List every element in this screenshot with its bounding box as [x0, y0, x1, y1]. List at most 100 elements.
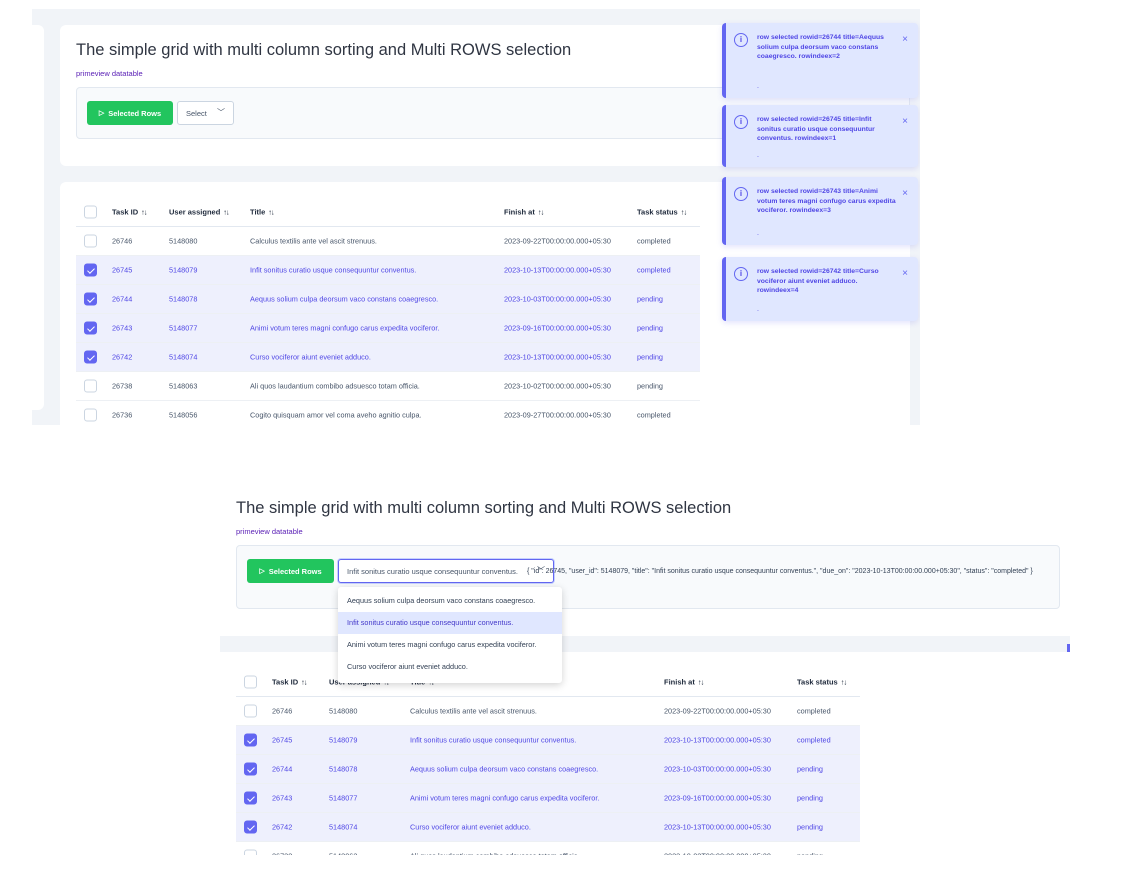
play-icon: ▷ — [98, 110, 105, 117]
info-icon: i — [734, 33, 748, 47]
row-checkbox[interactable] — [84, 292, 97, 306]
table-row[interactable]: 26738 5148063 Ali quos laudantium combibo … — [236, 842, 860, 855]
table-row[interactable]: 26745 5148079 Infit sonitus curatio usque … — [236, 726, 860, 755]
row-checkbox[interactable] — [84, 379, 97, 393]
row-checkbox[interactable] — [84, 321, 97, 335]
table-row[interactable]: 26746 5148080 Calculus textilis ante vel a… — [236, 697, 860, 726]
table-row[interactable]: 26745 5148079 Infit sonitus curatio usque … — [76, 256, 700, 285]
row-checkbox[interactable] — [244, 704, 257, 718]
dropdown-option[interactable]: Curso vociferor aiunt eveniet adduco. — [338, 656, 562, 678]
table-row[interactable]: 26742 5148074 Curso vociferor aiunt evenie… — [236, 813, 860, 842]
table-row[interactable]: 26742 5148074 Curso vociferor aiunt evenie… — [76, 343, 700, 372]
column-header-task-id[interactable]: Task ID ↑↓ — [272, 677, 308, 687]
page-subtitle-2: primeview datatable — [236, 527, 303, 536]
sort-icon: ↑↓ — [697, 677, 704, 687]
table-row[interactable]: 26744 5148078 Aequus solium culpa deorsum … — [236, 755, 860, 784]
cell-title: Infit sonitus curatio usque consequuntur… — [250, 265, 417, 275]
table-row[interactable]: 26743 5148077 Animi votum teres magni conf… — [76, 314, 700, 343]
row-checkbox[interactable] — [84, 350, 97, 364]
chevron-down-icon: ﹀ — [217, 107, 225, 117]
toast-message: i row selected rowid=26743 title=Animi vo… — [722, 177, 918, 245]
row-select-dropdown[interactable]: Select ﹀ — [177, 101, 234, 125]
cell-status: pending — [637, 294, 663, 304]
cell-user: 5148078 — [329, 764, 358, 774]
info-icon: i — [734, 267, 748, 281]
row-checkbox[interactable] — [244, 733, 257, 747]
selected-rows-button[interactable]: ▷ Selected Rows — [87, 101, 173, 125]
row-checkbox[interactable] — [84, 234, 97, 248]
row-checkbox[interactable] — [244, 849, 257, 855]
dropdown-option[interactable]: Aequus solium culpa deorsum vaco constan… — [338, 590, 562, 612]
sort-icon: ↑↓ — [301, 677, 307, 687]
cell-user: 5148077 — [329, 793, 358, 803]
select-all-checkbox[interactable] — [84, 205, 97, 219]
selected-row-json: { "id": 26745, "user_id": 5148079, "titl… — [527, 568, 1033, 575]
column-header-finish[interactable]: Finish at ↑↓ — [664, 677, 704, 687]
sort-icon: ↑↓ — [680, 207, 687, 217]
table-row[interactable]: 26743 5148077 Animi votum teres magni conf… — [236, 784, 860, 813]
cell-id: 26743 — [272, 793, 293, 803]
column-header-user[interactable]: User assigned↑↓ — [169, 208, 230, 217]
page-title: The simple grid with multi column sortin… — [76, 41, 572, 59]
column-header-title[interactable]: Title↑↓ — [250, 207, 275, 217]
cell-status: completed — [797, 706, 831, 716]
toast-message: i row selected rowid=26745 title=Infit so… — [722, 105, 918, 167]
column-header-label: Finish at — [664, 677, 695, 687]
toast-dot: . — [757, 83, 759, 90]
dropdown-option[interactable]: Animi votum teres magni confugo carus ex… — [338, 634, 562, 656]
cell-id: 26738 — [112, 381, 133, 391]
cell-status: completed — [637, 410, 671, 420]
cell-status: pending — [637, 352, 663, 362]
cell-finish: 2023-09-27T00:00:00.000+05:30 — [504, 410, 611, 420]
toast-text: row selected rowid=26745 title=Infit son… — [757, 116, 875, 143]
cell-title: Calculus textilis ante vel ascit strenuu… — [250, 236, 377, 246]
column-header-label: Finish at — [504, 207, 535, 217]
row-checkbox[interactable] — [244, 791, 257, 805]
cell-id: 26745 — [272, 735, 293, 745]
cell-title: Ali quos laudantium combibo adsuesco tot… — [250, 381, 420, 391]
table-row[interactable]: 26736 5148056 Cogito quisquam amor vel com… — [76, 401, 700, 425]
column-header-finish[interactable]: Finish at ↑↓ — [504, 207, 544, 217]
cell-id: 26746 — [272, 706, 293, 716]
close-icon[interactable]: × — [902, 188, 908, 199]
column-header-task-id[interactable]: Task ID ↑↓ — [112, 208, 148, 217]
table-row[interactable]: 26746 5148080 Calculus textilis ante vel a… — [76, 227, 700, 256]
row-checkbox[interactable] — [244, 762, 257, 776]
close-icon[interactable]: × — [902, 268, 908, 279]
cell-status: completed — [637, 265, 671, 275]
cell-status: pending — [637, 381, 663, 391]
cell-title: Aequus solium culpa deorsum vaco constan… — [410, 764, 599, 774]
row-checkbox[interactable] — [84, 408, 97, 422]
table-row[interactable]: 26738 5148063 Ali quos laudantium combibo … — [76, 372, 700, 401]
cell-user: 5148080 — [169, 236, 198, 246]
cell-finish: 2023-09-22T00:00:00.000+05:30 — [504, 236, 611, 246]
sort-icon: ↑↓ — [537, 207, 544, 217]
row-checkbox[interactable] — [84, 263, 97, 277]
close-icon[interactable]: × — [902, 34, 908, 45]
cell-title: Animi votum teres magni confugo carus ex… — [250, 323, 440, 333]
cell-id: 26744 — [272, 764, 293, 774]
toast-text: row selected rowid=26744 title=Aequus so… — [757, 34, 884, 61]
cell-status: completed — [797, 735, 831, 745]
cell-title: Cogito quisquam amor vel coma aveho agni… — [250, 410, 422, 420]
close-icon[interactable]: × — [902, 116, 908, 127]
cell-status: pending — [637, 323, 663, 333]
cell-finish: 2023-09-22T00:00:00.000+05:30 — [664, 706, 771, 716]
column-header-status[interactable]: Task status ↑↓ — [797, 678, 847, 687]
screenshot-bottom: The simple grid with multi column sortin… — [220, 480, 1070, 855]
column-header-label: Title — [250, 207, 266, 217]
cell-finish: 2023-09-16T00:00:00.000+05:30 — [504, 323, 611, 333]
cell-title: Ali quos laudantium combibo adsuesco tot… — [410, 852, 580, 856]
toast-message: i row selected rowid=26744 title=Aequus s… — [722, 23, 918, 98]
dropdown-option[interactable]: Infit sonitus curatio usque consequuntur… — [338, 612, 562, 634]
select-all-checkbox[interactable] — [244, 675, 257, 689]
table-row[interactable]: 26744 5148078 Aequus solium culpa deorsum … — [76, 285, 700, 314]
cell-finish: 2023-10-13T00:00:00.000+05:30 — [504, 352, 611, 362]
sidebar-edge — [32, 25, 44, 410]
page-subtitle: primeview datatable — [76, 69, 143, 78]
column-header-status[interactable]: Task status ↑↓ — [637, 207, 687, 217]
cell-finish: 2023-09-16T00:00:00.000+05:30 — [664, 793, 771, 803]
row-checkbox[interactable] — [244, 820, 257, 834]
toast-dot: . — [757, 230, 759, 237]
table-header-row: Task ID↑↓User assigned↑↓Title↑↓Finish at… — [76, 198, 700, 227]
